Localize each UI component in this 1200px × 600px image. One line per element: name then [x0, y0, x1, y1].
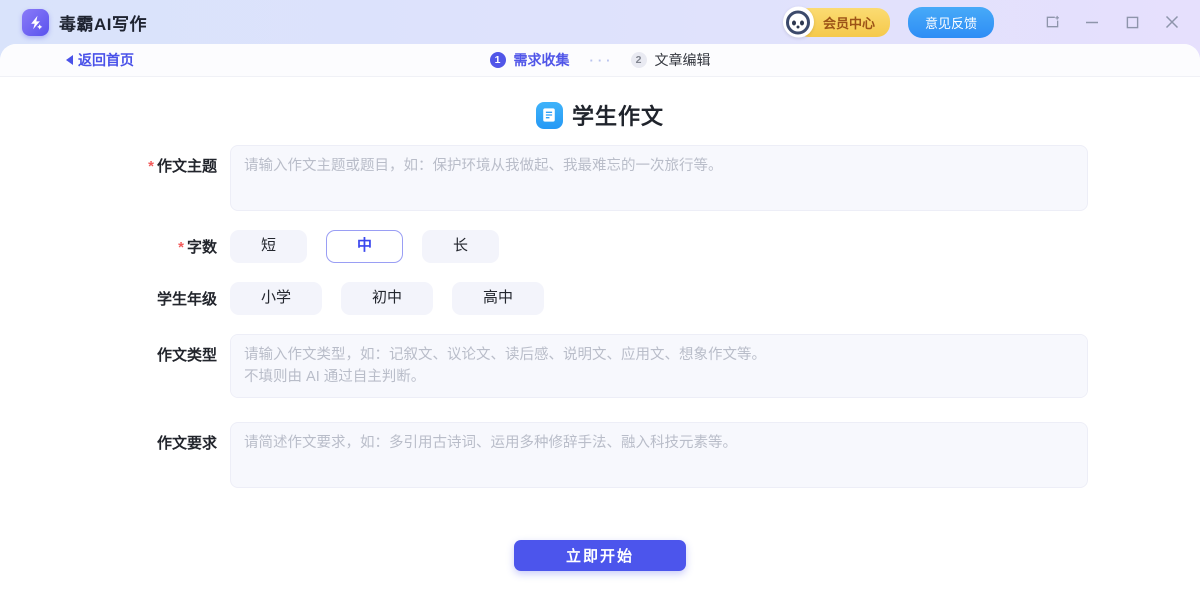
- topic-label: *作文主题: [112, 145, 217, 211]
- word-count-option-long[interactable]: 长: [422, 230, 499, 263]
- essay-type-row: 作文类型: [112, 334, 1088, 398]
- topic-row: *作文主题: [112, 145, 1088, 211]
- required-asterisk: *: [148, 158, 154, 175]
- maximize-icon[interactable]: [1124, 14, 1140, 30]
- back-to-home-link[interactable]: 返回首页: [66, 50, 134, 70]
- feedback-button[interactable]: 意见反馈: [908, 7, 994, 38]
- word-count-label: *字数: [112, 236, 217, 257]
- member-center[interactable]: 会员中心: [783, 8, 890, 37]
- minimize-icon[interactable]: [1084, 14, 1100, 30]
- step-2-article-edit: 2 文章编辑: [631, 50, 711, 70]
- close-icon[interactable]: [1164, 14, 1180, 30]
- step-2-label: 文章编辑: [655, 50, 711, 70]
- grade-options: 小学 初中 高中: [230, 282, 1088, 315]
- back-link-label: 返回首页: [78, 50, 134, 70]
- step-2-number: 2: [631, 52, 647, 68]
- app-title: 毒霸AI写作: [59, 10, 147, 35]
- user-avatar[interactable]: [783, 7, 814, 38]
- main-panel: 返回首页 1 需求收集 ··· 2 文章编辑 学生作文: [0, 44, 1200, 600]
- word-count-option-medium[interactable]: 中: [326, 230, 403, 263]
- essay-type-input[interactable]: [230, 334, 1088, 398]
- word-count-row: *字数 短 中 长: [112, 230, 1088, 263]
- requirements-input[interactable]: [230, 422, 1088, 488]
- grade-row: 学生年级 小学 初中 高中: [112, 282, 1088, 315]
- step-1-number: 1: [490, 52, 506, 68]
- steps-dots: ···: [590, 53, 615, 68]
- required-asterisk: *: [178, 239, 184, 256]
- steps-indicator: 1 需求收集 ··· 2 文章编辑: [0, 44, 1200, 76]
- requirements-label: 作文要求: [112, 422, 217, 488]
- app-logo-icon: [22, 9, 49, 36]
- avatar-face-icon: [786, 10, 810, 34]
- topic-input[interactable]: [230, 145, 1088, 211]
- requirements-row: 作文要求: [112, 422, 1088, 488]
- essay-form: *作文主题 *字数 短 中 长 学生年级 小学 初中 高中: [112, 145, 1088, 571]
- word-count-option-short[interactable]: 短: [230, 230, 307, 263]
- word-count-options: 短 中 长: [230, 230, 1088, 263]
- start-button[interactable]: 立即开始: [514, 540, 686, 571]
- grade-label: 学生年级: [112, 288, 217, 309]
- document-icon: [536, 102, 563, 129]
- step-1-label: 需求收集: [514, 50, 570, 70]
- nav-row: 返回首页 1 需求收集 ··· 2 文章编辑: [0, 44, 1200, 77]
- back-arrow-icon: [66, 55, 73, 65]
- new-window-icon[interactable]: [1044, 14, 1060, 30]
- titlebar: 毒霸AI写作 会员中心 意见反馈: [0, 0, 1200, 44]
- grade-option-senior[interactable]: 高中: [452, 282, 544, 315]
- window-controls: [1020, 14, 1180, 30]
- page-title-row: 学生作文: [0, 99, 1200, 131]
- step-1-requirements: 1 需求收集: [490, 50, 570, 70]
- page-title: 学生作文: [572, 99, 664, 131]
- grade-option-primary[interactable]: 小学: [230, 282, 322, 315]
- grade-option-junior[interactable]: 初中: [341, 282, 433, 315]
- essay-type-label: 作文类型: [112, 334, 217, 398]
